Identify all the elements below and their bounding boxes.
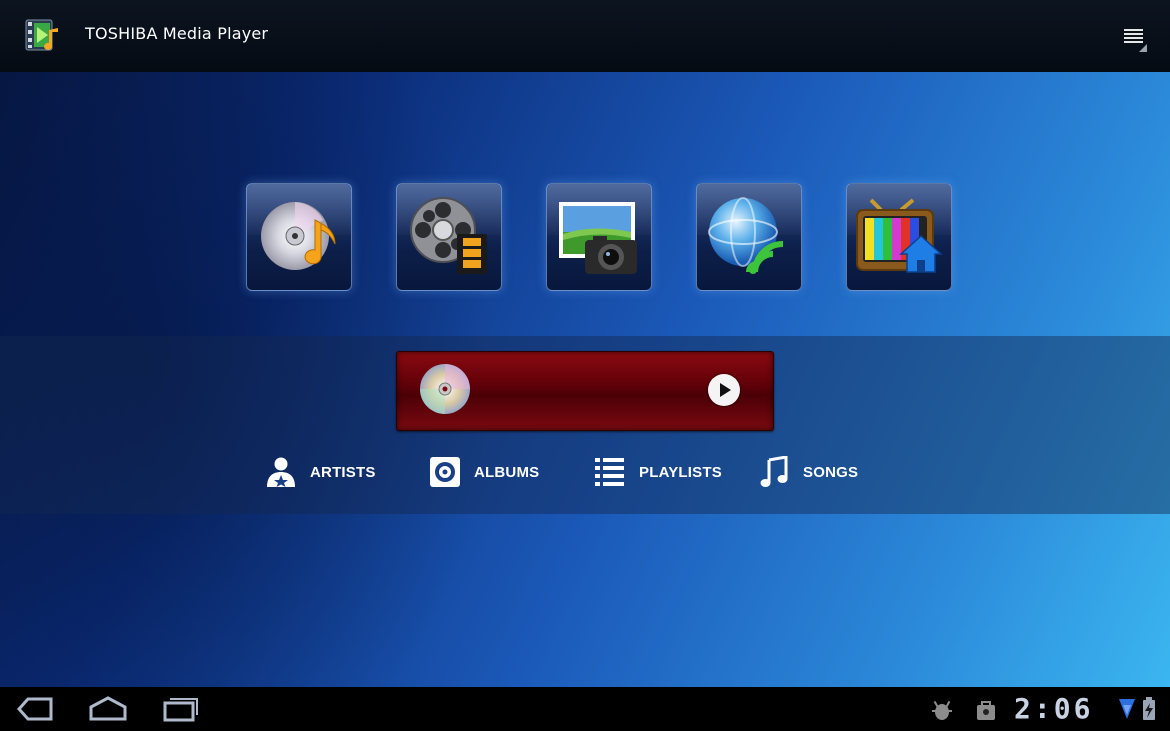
store-notification-icon <box>975 699 997 725</box>
photo-tile[interactable] <box>546 183 652 291</box>
artists-label: ARTISTS <box>310 463 376 481</box>
play-icon[interactable] <box>708 374 740 406</box>
video-tile[interactable] <box>396 183 502 291</box>
network-media-tile[interactable] <box>696 183 802 291</box>
overflow-menu-icon[interactable] <box>1118 24 1152 56</box>
photo-camera-icon <box>559 202 637 274</box>
albums-label: ALBUMS <box>474 463 540 481</box>
usb-debug-icon <box>930 699 954 725</box>
battery-charging-icon <box>1142 697 1156 725</box>
artist-icon <box>267 457 295 487</box>
cd-icon <box>420 364 470 414</box>
recent-apps-icon[interactable] <box>162 695 200 723</box>
music-note-icon <box>760 456 788 487</box>
songs-button[interactable]: SONGS <box>760 454 858 490</box>
back-icon[interactable] <box>16 695 54 723</box>
album-icon <box>430 457 460 487</box>
clock: 2:06 <box>1014 692 1094 725</box>
playlists-label: PLAYLISTS <box>639 463 722 481</box>
music-tile[interactable] <box>246 183 352 291</box>
app-title: TOSHIBA Media Player <box>85 24 269 43</box>
now-playing-bar[interactable] <box>396 351 774 431</box>
artists-button[interactable]: ARTISTS <box>265 454 376 490</box>
media-player-app-icon[interactable] <box>24 18 62 54</box>
home-icon[interactable] <box>88 695 128 723</box>
cd-music-icon <box>261 202 336 270</box>
playlist-icon <box>595 458 624 486</box>
film-reel-icon <box>410 197 487 274</box>
tv-home-tile[interactable] <box>846 183 952 291</box>
songs-label: SONGS <box>803 463 859 481</box>
main-content: ARTISTS ALBUMS PLAYLISTS SONGS <box>0 72 1170 687</box>
wifi-icon <box>1118 697 1136 725</box>
playlists-button[interactable]: PLAYLISTS <box>594 454 722 490</box>
albums-button[interactable]: ALBUMS <box>429 454 539 490</box>
tv-home-icon <box>856 198 943 273</box>
globe-wireless-icon <box>708 197 784 274</box>
action-bar: TOSHIBA Media Player <box>0 0 1170 72</box>
system-bar: 2:06 <box>0 687 1170 731</box>
